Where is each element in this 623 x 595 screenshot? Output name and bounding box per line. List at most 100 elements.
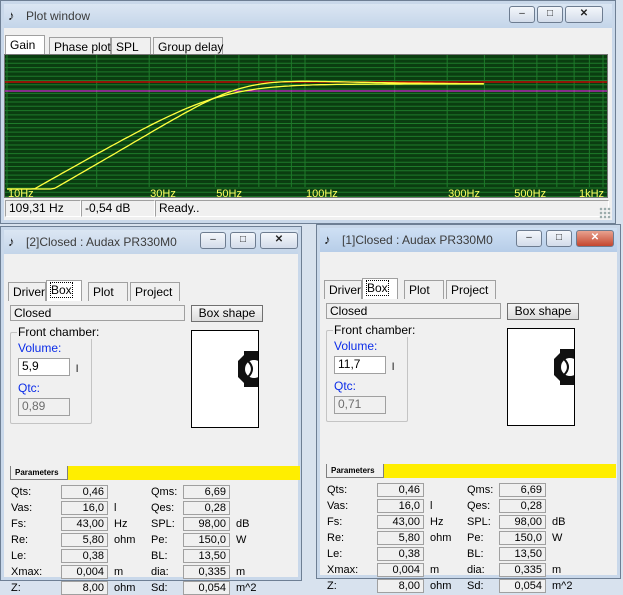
param-label: Le:	[11, 550, 27, 562]
tab-gain[interactable]: Gain	[5, 35, 45, 56]
param-unit: l	[114, 502, 117, 514]
app-icon: ♪	[8, 8, 15, 23]
close-button[interactable]: ✕	[565, 6, 603, 23]
qtc-field: 0,71	[334, 396, 386, 414]
box-type-field[interactable]: Closed	[326, 303, 501, 319]
minimize-button[interactable]: –	[200, 232, 226, 249]
parameters-tab[interactable]: Parameters	[10, 466, 68, 480]
tab-project[interactable]: Project	[130, 282, 180, 301]
param-value[interactable]: 13,50	[183, 549, 230, 563]
volume-label: Volume:	[18, 341, 62, 355]
param-label: Pe:	[467, 532, 484, 544]
box-window-2: ♪ [2]Closed : Audax PR330M0 – □ ✕ Driver…	[0, 226, 302, 595]
tab-project[interactable]: Project	[446, 280, 496, 299]
gain-plot[interactable]: 10Hz 30Hz 50Hz 100Hz 300Hz 500Hz 1kHz	[4, 54, 608, 198]
tab-driver[interactable]: Driver	[8, 282, 46, 301]
param-value[interactable]: 98,00	[183, 517, 230, 531]
param-label: Fs:	[327, 516, 343, 528]
param-value[interactable]: 5,80	[377, 531, 424, 545]
param-label: Qms:	[467, 484, 494, 496]
param-unit: m	[236, 566, 246, 578]
param-value[interactable]: 98,00	[499, 515, 546, 529]
minimize-button[interactable]: –	[516, 230, 542, 247]
param-value[interactable]: 13,50	[499, 547, 546, 561]
param-value[interactable]: 0,38	[61, 549, 108, 563]
plot-window: ♪ Plot window – □ ✕ Gain Phase plot SPL …	[0, 0, 616, 224]
resize-grip[interactable]	[599, 207, 611, 219]
param-value[interactable]: 150,0	[499, 531, 546, 545]
param-value[interactable]: 16,0	[377, 499, 424, 513]
param-label: BL:	[151, 550, 168, 562]
param-unit: ohm	[114, 582, 136, 594]
param-label: Xmax:	[327, 564, 359, 576]
param-value[interactable]: 16,0	[61, 501, 108, 515]
param-value[interactable]: 6,69	[183, 485, 230, 499]
param-unit: ohm	[430, 580, 452, 592]
tab-plot[interactable]: Plot	[404, 280, 444, 299]
param-unit: m	[552, 564, 562, 576]
param-value[interactable]: 0,335	[499, 563, 546, 577]
param-value[interactable]: 0,054	[499, 579, 546, 593]
param-value[interactable]: 0,004	[61, 565, 108, 579]
tab-box[interactable]: Box	[362, 278, 398, 299]
param-value[interactable]: 0,054	[183, 581, 230, 595]
param-value[interactable]: 8,00	[377, 579, 424, 593]
box-window-titlebar[interactable]: ♪ [2]Closed : Audax PR330M0 – □ ✕	[4, 230, 298, 254]
param-value[interactable]: 0,46	[377, 483, 424, 497]
volume-input[interactable]: 11,7	[334, 356, 386, 374]
param-value[interactable]: 0,28	[499, 499, 546, 513]
status-frequency: 109,31 Hz	[5, 200, 81, 217]
box-window-titlebar[interactable]: ♪ [1]Closed : Audax PR330M0 – □ ✕	[320, 228, 617, 252]
parameters-header: Parameters	[10, 466, 300, 480]
tab-driver[interactable]: Driver	[324, 280, 362, 299]
param-unit: W	[552, 532, 563, 544]
box-shape-button[interactable]: Box shape	[507, 303, 579, 320]
param-value[interactable]: 0,38	[377, 547, 424, 561]
param-unit: m	[114, 566, 124, 578]
close-button[interactable]: ✕	[260, 232, 298, 249]
volume-input[interactable]: 5,9	[18, 358, 70, 376]
param-value[interactable]: 6,69	[499, 483, 546, 497]
param-label: Z:	[11, 582, 21, 594]
param-value[interactable]: 43,00	[61, 517, 108, 531]
param-value[interactable]: 0,28	[183, 501, 230, 515]
volume-unit: l	[76, 364, 79, 375]
param-label: Fs:	[11, 518, 27, 530]
param-label: Vas:	[327, 500, 349, 512]
param-value[interactable]: 150,0	[183, 533, 230, 547]
param-value[interactable]: 5,80	[61, 533, 108, 547]
app-icon: ♪	[324, 232, 331, 247]
maximize-button[interactable]: □	[230, 232, 256, 249]
box-window-title: [2]Closed : Audax PR330M0	[26, 235, 177, 249]
box-window-1: ♪ [1]Closed : Audax PR330M0 – □ ✕ Driver…	[316, 224, 621, 593]
param-value[interactable]: 0,004	[377, 563, 424, 577]
param-unit: m^2	[552, 580, 573, 592]
param-value[interactable]: 0,335	[183, 565, 230, 579]
status-gain: -0,54 dB	[81, 200, 155, 217]
qtc-label: Qtc:	[18, 381, 41, 395]
box-shape-button[interactable]: Box shape	[191, 305, 263, 322]
param-value[interactable]: 43,00	[377, 515, 424, 529]
tab-box[interactable]: Box	[46, 280, 82, 301]
param-label: Sd:	[467, 580, 484, 592]
param-label: Qes:	[467, 500, 491, 512]
param-value[interactable]: 0,46	[61, 485, 108, 499]
maximize-button[interactable]: □	[546, 230, 572, 247]
parameters-tab[interactable]: Parameters	[326, 464, 384, 478]
volume-label: Volume:	[334, 339, 378, 353]
tab-plot[interactable]: Plot	[88, 282, 128, 301]
minimize-button[interactable]: –	[509, 6, 535, 23]
param-label: Xmax:	[11, 566, 43, 578]
x-tick-label: 500Hz	[514, 188, 546, 198]
qtc-label: Qtc:	[334, 379, 357, 393]
x-tick-label: 10Hz	[8, 188, 34, 198]
close-button[interactable]: ✕	[576, 230, 614, 247]
box-window-client: Driver Box Plot Project Closed Box shape…	[321, 252, 616, 593]
maximize-button[interactable]: □	[537, 6, 563, 23]
param-unit: ohm	[114, 534, 136, 546]
param-label: Sd:	[151, 582, 168, 594]
box-type-field[interactable]: Closed	[10, 305, 185, 321]
param-value[interactable]: 8,00	[61, 581, 108, 595]
plot-window-titlebar[interactable]: ♪ Plot window – □ ✕	[4, 4, 612, 28]
param-label: Qms:	[151, 486, 178, 498]
